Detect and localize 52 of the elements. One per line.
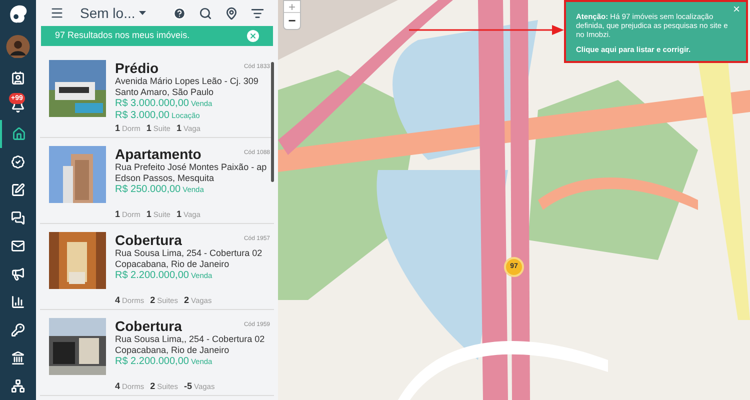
- bar-chart-icon: [11, 295, 25, 309]
- listing-address: Avenida Mário Lopes Leão - Cj. 309: [115, 76, 258, 87]
- feature-count: 4: [115, 381, 120, 392]
- listing-price: R$ 3.000,00: [115, 110, 170, 122]
- contact-card-icon: [11, 71, 25, 85]
- feature-count: 4: [115, 295, 120, 306]
- network-icon: [11, 379, 25, 393]
- menu-icon[interactable]: [50, 6, 64, 20]
- home-icon: [12, 127, 26, 141]
- caret-icon: [139, 11, 146, 15]
- chat-icon: [11, 211, 25, 225]
- listing-location: Copacabana, Rio de Janeiro: [115, 259, 230, 270]
- feature-count: 1: [176, 123, 182, 134]
- close-icon: [249, 32, 257, 40]
- megaphone-icon: [11, 267, 25, 281]
- feature-count: 1: [146, 123, 152, 134]
- listing-title: Prédio: [115, 60, 159, 76]
- listing-address: Rua Prefeito José Montes Paixão - ap: [115, 162, 267, 173]
- listing-title: Cobertura: [115, 232, 182, 248]
- listing-price: R$ 2.200.000,00: [115, 270, 189, 282]
- filter-dropdown[interactable]: Sem lo...: [80, 2, 146, 24]
- listing-price: R$ 250.000,00: [115, 184, 181, 196]
- listing-location: Santo Amaro, São Paulo: [115, 87, 214, 98]
- feature-count: 1: [146, 209, 152, 220]
- listing-price: R$ 2.200.000,00: [115, 356, 189, 368]
- listing-title: Cobertura: [115, 318, 182, 334]
- feature-count: 1: [115, 123, 120, 134]
- edit-icon: [11, 183, 25, 197]
- scrollbar-thumb[interactable]: [271, 62, 274, 182]
- listing-location: Copacabana, Rio de Janeiro: [115, 345, 230, 356]
- mail-icon: [11, 239, 25, 253]
- key-icon: [11, 323, 25, 337]
- feature-count: -5: [184, 381, 192, 392]
- search-icon[interactable]: [199, 6, 212, 20]
- listing-location: Edson Passos, Mesquita: [115, 173, 214, 184]
- zoom-out-button[interactable]: −: [284, 13, 300, 29]
- feature-count: 1: [115, 209, 120, 220]
- feature-count: 1: [176, 209, 182, 220]
- listing-address: Rua Sousa Lima,, 254 - Cobertura 02: [115, 334, 265, 345]
- feature-count: 2: [150, 381, 156, 392]
- bank-icon: [11, 351, 25, 365]
- results-text: 97 Resultados nos meus imóveis.: [55, 29, 190, 42]
- check-badge-icon: [11, 155, 25, 169]
- help-icon[interactable]: [173, 6, 186, 20]
- map-pin-icon[interactable]: [225, 6, 238, 20]
- feature-count: 2: [150, 295, 156, 306]
- feature-count: 2: [184, 295, 189, 306]
- avatar[interactable]: [6, 34, 30, 58]
- listing-title: Apartamento: [115, 146, 202, 162]
- listing-price: R$ 3.000.000,00: [115, 98, 189, 110]
- filter-icon[interactable]: [251, 6, 264, 20]
- listing-address: Rua Sousa Lima, 254 - Cobertura 02: [115, 248, 262, 259]
